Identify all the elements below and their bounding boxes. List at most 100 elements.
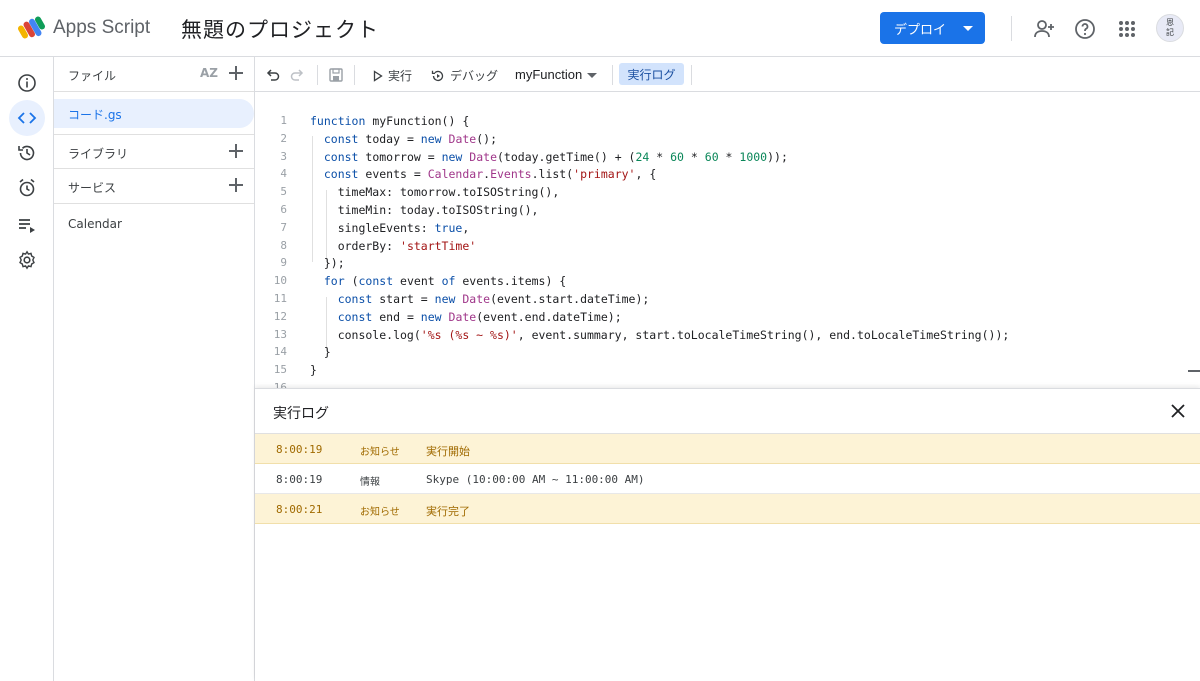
line-number: 1 <box>280 114 287 127</box>
code-line[interactable]: 3 const tomorrow = new Date(today.getTim… <box>255 150 1190 168</box>
libraries-section: ライブラリ <box>54 134 254 169</box>
divider <box>691 65 692 85</box>
line-number: 3 <box>280 149 287 163</box>
code-text: orderBy: 'startTime' <box>310 238 477 253</box>
chevron-down-icon <box>587 73 598 79</box>
code-line[interactable]: 16 <box>255 381 1190 388</box>
code-line[interactable]: 1 function myFunction() { <box>255 114 1190 132</box>
code-line[interactable]: 13 console.log('%s (%s ~ %s)', event.sum… <box>255 328 1190 346</box>
log-time: 8:00:19 <box>276 443 323 456</box>
code-line[interactable]: 14 } <box>255 345 1190 363</box>
function-select[interactable]: myFunction <box>515 67 598 82</box>
function-name: myFunction <box>515 67 583 82</box>
left-rail <box>0 57 54 681</box>
line-number: 4 <box>280 167 287 181</box>
code-text: const end = new Date(event.end.dateTime)… <box>337 309 622 324</box>
code-line[interactable]: 9 }); <box>255 256 1190 274</box>
debug-label: デバッグ <box>450 69 499 83</box>
line-number: 9 <box>280 256 287 270</box>
line-number: 14 <box>273 345 287 359</box>
apps-grid-icon[interactable] <box>1115 17 1139 41</box>
code-line[interactable]: 5 timeMax: tomorrow.toISOString(), <box>255 185 1190 203</box>
code-text: }); <box>310 256 345 271</box>
log-time: 8:00:19 <box>276 473 323 486</box>
help-icon[interactable] <box>1073 17 1097 41</box>
files-panel: ファイル AZ コード.gs ライブラリ サービス Calendar <box>54 57 255 681</box>
code-line[interactable]: 12 const end = new Date(event.end.dateTi… <box>255 310 1190 328</box>
log-message: 実行開始 <box>426 445 470 458</box>
log-message: Skype (10:00:00 AM ~ 11:00:00 AM) <box>426 473 645 486</box>
line-number: 15 <box>273 363 287 377</box>
code-line[interactable]: 8 orderBy: 'startTime' <box>255 239 1190 257</box>
code-text: timeMin: today.toISOString(), <box>310 203 539 217</box>
line-number: 16 <box>273 381 287 388</box>
overview-button[interactable] <box>9 65 45 101</box>
run-button[interactable]: 実行 <box>373 67 412 84</box>
divider <box>1011 16 1012 41</box>
line-number: 2 <box>280 131 287 145</box>
log-panel-title: 実行ログ <box>273 406 329 422</box>
deploy-button[interactable]: デプロイ <box>880 12 985 44</box>
code-text: const events = Calendar.Events.list('pri… <box>323 167 657 182</box>
triggers-button[interactable] <box>9 170 45 206</box>
executions-button[interactable] <box>9 207 45 243</box>
code-line[interactable]: 6 timeMin: today.toISOString(), <box>255 203 1190 221</box>
log-message: 実行完了 <box>426 505 470 518</box>
code-text: } <box>310 345 331 360</box>
divider <box>354 65 355 85</box>
execution-log-button[interactable]: 実行ログ <box>619 63 684 85</box>
log-level: お知らせ <box>360 507 400 518</box>
debug-button[interactable]: デバッグ <box>431 67 498 84</box>
editor-button[interactable] <box>9 100 45 136</box>
line-number: 7 <box>280 220 287 234</box>
code-text: timeMax: tomorrow.toISOString(), <box>310 185 560 200</box>
settings-button[interactable] <box>9 242 45 278</box>
save-icon[interactable] <box>328 67 344 83</box>
info-icon <box>18 74 36 92</box>
services-label: サービス <box>68 181 117 195</box>
code-text: function myFunction() { <box>310 114 470 128</box>
redo-icon[interactable] <box>289 67 305 83</box>
project-title[interactable]: 無題のプロジェクト <box>181 14 379 44</box>
code-editor[interactable]: 1 function myFunction() { 2 const today = … <box>255 92 1200 388</box>
code-line[interactable]: 15} <box>255 363 1190 381</box>
deploy-button-label: デプロイ <box>894 22 947 38</box>
line-number: 11 <box>273 292 287 305</box>
add-library-icon[interactable] <box>228 143 244 159</box>
scrollbar-marker <box>1188 370 1200 372</box>
code-line[interactable]: 7 singleEvents: true, <box>255 221 1190 239</box>
gear-icon <box>19 250 35 270</box>
file-item-code-gs[interactable]: コード.gs <box>54 99 254 128</box>
execution-log-panel: 実行ログ 8:00:19 お知らせ 実行開始 8:00:19 情報 Skype (10:0… <box>255 388 1200 681</box>
log-row: 8:00:19 お知らせ 実行開始 <box>255 434 1200 464</box>
undo-icon[interactable] <box>265 67 281 83</box>
add-file-icon[interactable] <box>228 65 244 81</box>
history-button[interactable] <box>9 135 45 171</box>
services-section: サービス <box>54 169 254 204</box>
code-line[interactable]: 11 const start = new Date(event.start.da… <box>255 292 1190 310</box>
code-line[interactable]: 4 const events = Calendar.Events.list('p… <box>255 167 1190 185</box>
log-level: お知らせ <box>360 447 400 458</box>
code-text: for (const event of events.items) { <box>323 274 567 289</box>
code-line[interactable]: 2 const today = new Date(); <box>255 132 1190 150</box>
sort-az-icon[interactable]: AZ <box>200 66 218 80</box>
line-number: 8 <box>280 238 287 252</box>
log-row: 8:00:19 情報 Skype (10:00:00 AM ~ 11:00:00 A… <box>255 464 1200 494</box>
code-line[interactable]: 10 for (const event of events.items) { <box>255 274 1190 292</box>
add-service-icon[interactable] <box>228 177 244 193</box>
divider <box>317 65 318 85</box>
code-icon <box>17 112 37 124</box>
code-text: const tomorrow = new Date(today.getTime(… <box>323 149 788 164</box>
log-time: 8:00:21 <box>276 503 323 516</box>
code-text: } <box>310 363 317 378</box>
avatar[interactable]: 恩 記 <box>1156 14 1184 42</box>
add-person-icon[interactable] <box>1032 17 1056 41</box>
brand-name[interactable]: Apps Script <box>53 17 150 39</box>
service-item-calendar[interactable]: Calendar <box>68 217 122 231</box>
editor-toolbar: 実行 デバッグ myFunction 実行ログ <box>255 57 1200 92</box>
run-label: 実行 <box>388 69 413 83</box>
close-icon[interactable] <box>1170 403 1186 419</box>
files-label: ファイル <box>68 69 117 83</box>
code-text: console.log('%s (%s ~ %s)', event.summar… <box>310 327 1010 342</box>
line-number: 5 <box>280 185 287 199</box>
